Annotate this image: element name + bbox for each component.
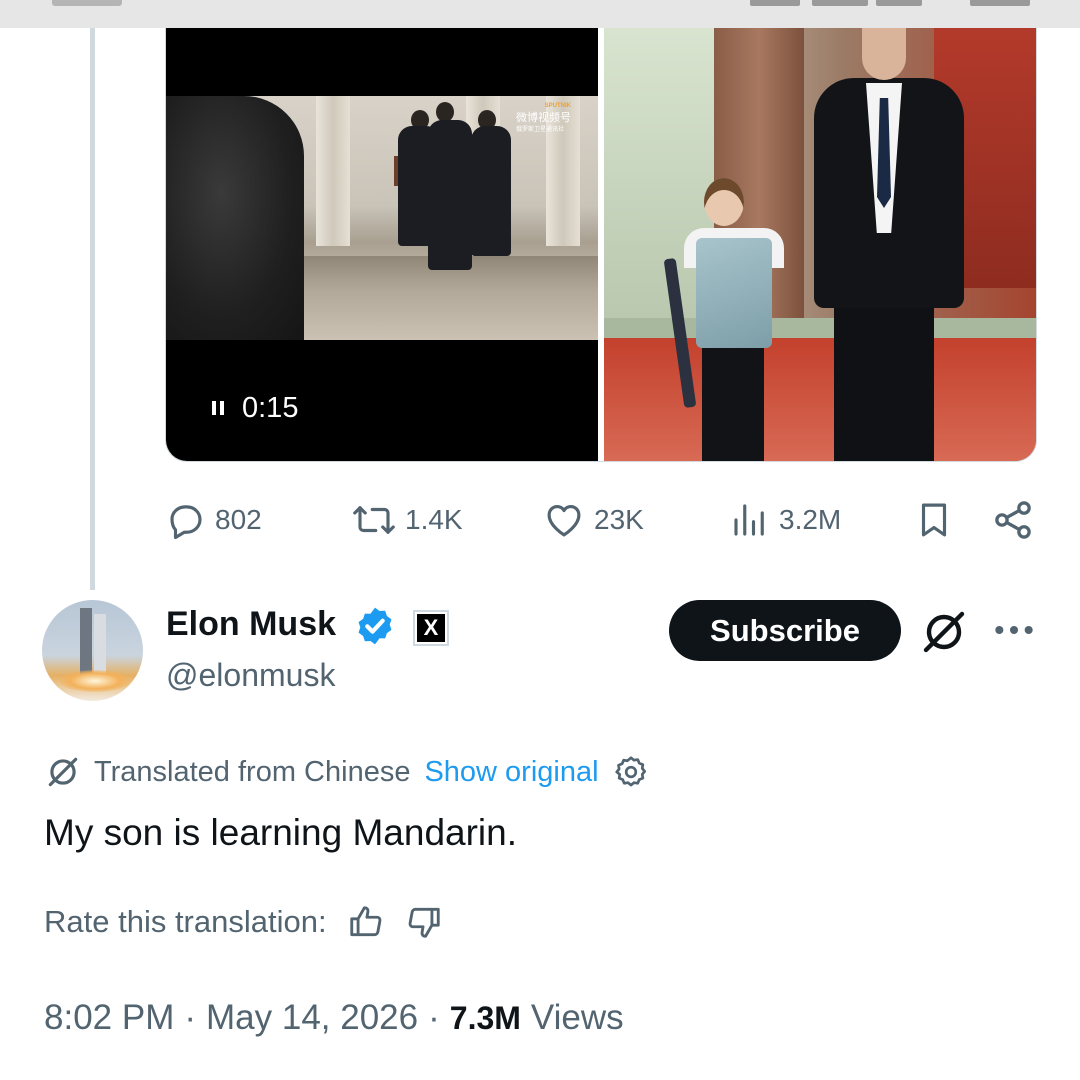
verified-badge-icon: [358, 607, 392, 645]
author-handle[interactable]: @elonmusk: [166, 654, 335, 696]
rate-translation: Rate this translation:: [44, 898, 443, 946]
views-button[interactable]: 3.2M: [729, 498, 841, 542]
tweet-time[interactable]: 8:02 PM: [44, 998, 174, 1038]
repost-icon: [353, 506, 395, 534]
status-bar-icons: [750, 0, 1040, 8]
repost-count: 1.4K: [405, 504, 463, 535]
views-chart-icon: [734, 504, 764, 536]
x-logo-icon: X: [417, 614, 445, 642]
reply-count: 802: [215, 504, 262, 535]
share-icon: [995, 501, 1031, 539]
bookmark-button[interactable]: [913, 498, 963, 542]
tweet-action-bar: 802 1.4K 23K 3.2M: [165, 498, 1037, 542]
affiliate-x-badge[interactable]: X: [413, 610, 449, 646]
meta-separator: ·: [184, 998, 197, 1037]
pause-icon[interactable]: [212, 401, 224, 415]
reply-icon: [170, 505, 202, 540]
share-button[interactable]: [991, 498, 1043, 542]
tweet-date[interactable]: May 14, 2026: [206, 998, 418, 1038]
translated-from-label: Translated from Chinese: [94, 755, 411, 788]
author-name[interactable]: Elon Musk: [166, 602, 336, 646]
reply-button[interactable]: 802: [165, 498, 262, 542]
thread-connector-line: [90, 28, 95, 590]
translation-notice: Translated from Chinese Show original: [44, 752, 649, 792]
views-count-bar: 3.2M: [779, 504, 842, 535]
video-timestamp: 0:15: [242, 391, 299, 424]
rate-translation-label: Rate this translation:: [44, 904, 327, 939]
tweet-text: My son is learning Mandarin.: [44, 812, 517, 853]
status-bar: [0, 0, 1080, 28]
show-original-link[interactable]: Show original: [424, 756, 598, 789]
video-frame: SPUTNIK 微博视频号 俄罗斯卫星通讯社: [166, 96, 598, 340]
bookmark-icon: [921, 503, 947, 537]
heart-icon: [547, 504, 581, 537]
more-options-icon[interactable]: [992, 612, 1036, 648]
tweet-views-count: 7.3M: [449, 999, 521, 1036]
status-bar-clock: [52, 0, 122, 6]
video-watermark: SPUTNIK 微博视频号 俄罗斯卫星通讯社: [516, 103, 571, 133]
photo-image[interactable]: [604, 28, 1036, 461]
video-controls: 0:15: [212, 388, 298, 428]
like-button[interactable]: 23K: [542, 498, 644, 542]
gear-icon: [614, 756, 646, 787]
avatar[interactable]: [42, 600, 143, 701]
thumbs-down-icon[interactable]: [405, 903, 443, 941]
meta-separator: ·: [428, 998, 440, 1037]
thumbs-up-icon[interactable]: [347, 903, 385, 941]
translation-settings-button[interactable]: [613, 754, 649, 790]
like-count: 23K: [594, 504, 644, 535]
media-grid: SPUTNIK 微博视频号 俄罗斯卫星通讯社 0:15: [165, 28, 1037, 462]
subscribe-button[interactable]: Subscribe: [669, 600, 901, 661]
tweet-meta: 8:02 PM · May 14, 2026 · 7.3M Views: [44, 994, 624, 1042]
video-player[interactable]: SPUTNIK 微博视频号 俄罗斯卫星通讯社 0:15: [166, 28, 598, 461]
repost-button[interactable]: 1.4K: [351, 498, 463, 542]
grok-translate-icon: [48, 757, 78, 787]
tweet-views-label: Views: [530, 998, 624, 1037]
grok-icon[interactable]: [920, 608, 968, 656]
